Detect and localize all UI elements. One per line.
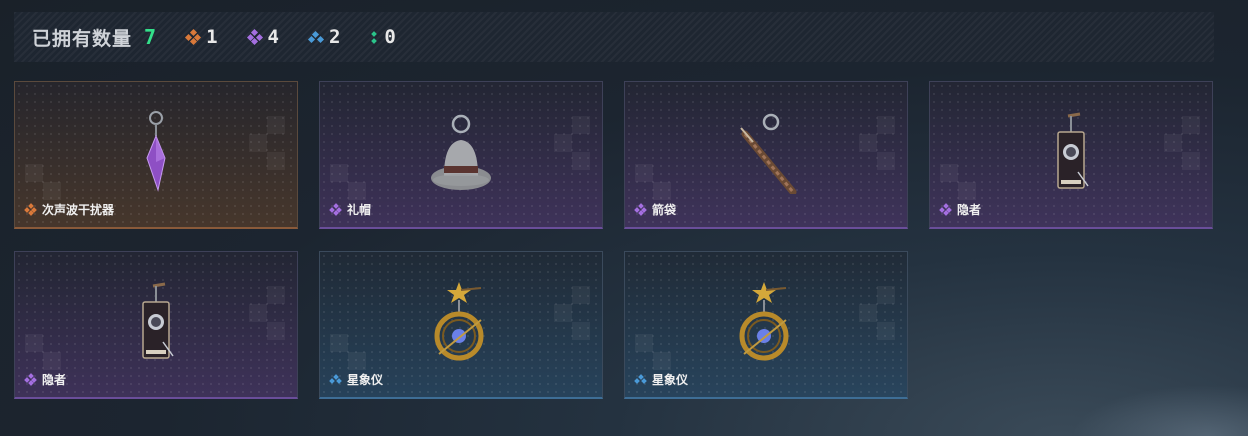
purple-crystal-pendant-icon xyxy=(141,110,171,199)
astrolabe-charm-icon xyxy=(736,280,796,371)
item-card[interactable]: 隐者 xyxy=(14,251,298,399)
stat-orange: 1 xyxy=(185,26,218,48)
owned-total-count: 7 xyxy=(144,25,157,49)
item-name: 箭袋 xyxy=(652,203,677,217)
astrolabe-charm-icon xyxy=(431,280,491,371)
purple-diamond-icon xyxy=(634,203,647,216)
hermit-card-charm-icon xyxy=(1046,110,1096,201)
purple-diamond-icon xyxy=(939,203,952,216)
stat-purple: 4 xyxy=(246,26,279,48)
item-label: 隐者 xyxy=(24,371,67,388)
item-name: 礼帽 xyxy=(347,203,372,217)
blue-triangle-icon xyxy=(329,373,342,385)
purple-diamond-icon xyxy=(329,203,342,216)
item-card[interactable]: 隐者 xyxy=(929,81,1213,229)
stat-green: 0 xyxy=(370,26,396,48)
quiver-charm-icon xyxy=(731,110,801,199)
item-name: 次声波干扰器 xyxy=(42,203,115,217)
owned-count-bar: 已拥有数量 7 1 4 2 0 xyxy=(14,12,1214,62)
gray-hat-charm-icon xyxy=(426,110,496,199)
stat-green-count: 0 xyxy=(384,26,396,48)
item-name: 星象仪 xyxy=(652,373,689,387)
purple-diamond-icon xyxy=(24,373,37,386)
item-card[interactable]: 星象仪 xyxy=(624,251,908,399)
stat-blue: 2 xyxy=(307,26,341,48)
item-label: 星象仪 xyxy=(634,371,689,388)
stat-orange-count: 1 xyxy=(206,26,218,48)
orange-diamond-icon xyxy=(185,28,202,46)
hermit-card-charm-icon xyxy=(131,280,181,371)
item-label: 次声波干扰器 xyxy=(24,201,115,218)
item-name: 星象仪 xyxy=(347,373,384,387)
item-label: 箭袋 xyxy=(634,201,677,218)
item-card[interactable]: 箭袋 xyxy=(624,81,908,229)
item-name: 隐者 xyxy=(42,373,67,387)
orange-diamond-icon xyxy=(24,203,37,216)
item-card[interactable]: 星象仪 xyxy=(319,251,603,399)
stat-purple-count: 4 xyxy=(267,26,279,48)
item-card[interactable]: 次声波干扰器 xyxy=(14,81,298,229)
green-dots-icon xyxy=(370,30,378,44)
blue-triangle-icon xyxy=(634,373,647,385)
item-card[interactable]: 礼帽 xyxy=(319,81,603,229)
background-mountain xyxy=(1048,376,1248,436)
stat-blue-count: 2 xyxy=(328,26,341,48)
item-label: 星象仪 xyxy=(329,371,384,388)
item-label: 礼帽 xyxy=(329,201,372,218)
item-name: 隐者 xyxy=(957,203,982,217)
purple-diamond-icon xyxy=(246,28,263,46)
owned-count-title: 已拥有数量 xyxy=(32,28,133,50)
item-label: 隐者 xyxy=(939,201,982,218)
blue-triangle-icon xyxy=(307,30,325,44)
